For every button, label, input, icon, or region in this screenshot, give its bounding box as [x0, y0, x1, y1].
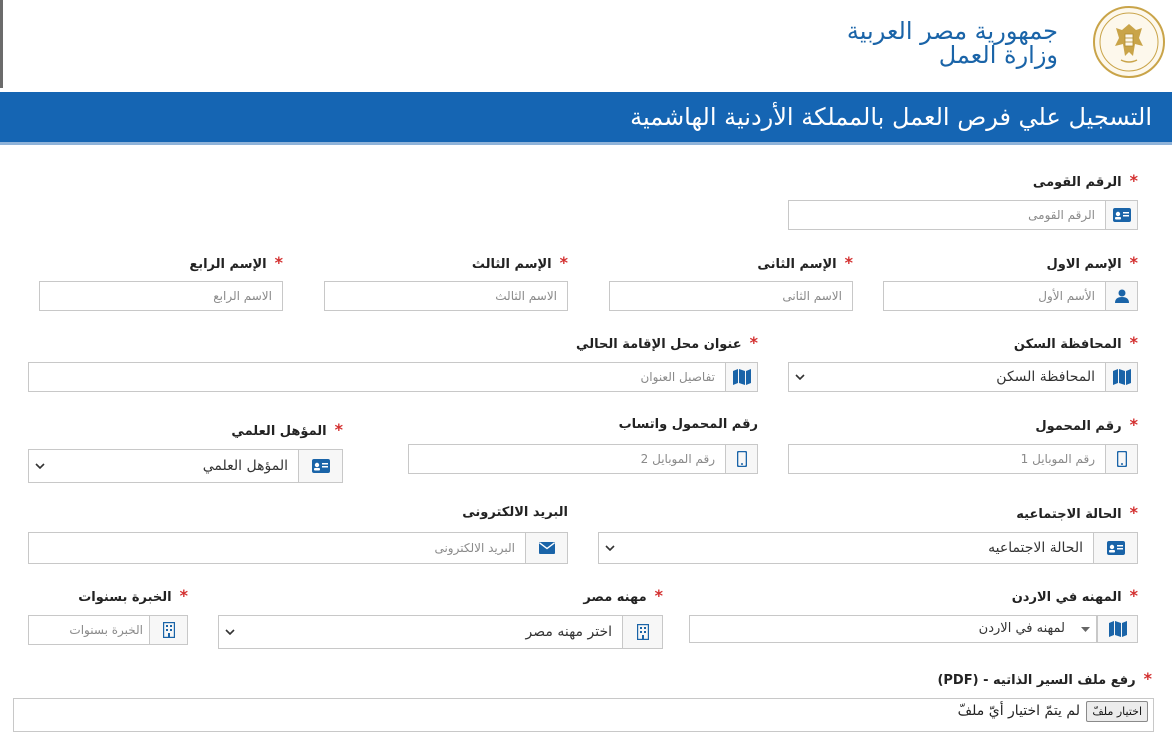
qualification-value: المؤهل العلمي [202, 458, 288, 474]
governorate-label: *المحافظة السكن [1013, 333, 1138, 353]
mobile-label: *رقم المحمول [1035, 415, 1138, 435]
address-input[interactable]: تفاصيل العنوان [29, 363, 725, 391]
email-field[interactable]: البريد الالكترونى [28, 532, 568, 564]
dropdown-arrow-icon [1075, 616, 1097, 642]
governorate-value: المحافظة السكن [996, 369, 1095, 385]
third-name-label: *الإسم الثالث [471, 253, 568, 273]
chevron-down-icon [789, 363, 811, 391]
first-name-input[interactable]: الأسم الأول [884, 282, 1105, 310]
third-name-field[interactable]: الاسم الثالث [324, 281, 568, 311]
file-status-text: لم يتمّ اختيار أيّ ملفّ [957, 703, 1080, 719]
id-card-icon [298, 450, 342, 482]
ministry-seal-logo [1092, 4, 1166, 80]
national-id-input[interactable]: الرقم القومى [789, 201, 1105, 229]
marital-status-select[interactable]: الحالة الاجتماعيه [598, 532, 1138, 564]
id-card-icon [1093, 533, 1137, 563]
map-icon [725, 363, 757, 391]
id-card-icon [1105, 201, 1137, 229]
mobile-field[interactable]: رقم الموبايل 1 [788, 444, 1138, 474]
egypt-job-value: اختر مهنه مصر [525, 624, 612, 640]
jordan-job-select[interactable]: لمهنه في الاردن [689, 615, 1138, 643]
whatsapp-label: رقم المحمول واتساب [618, 417, 758, 432]
map-icon [1097, 616, 1137, 642]
egypt-job-select[interactable]: اختر مهنه مصر [218, 615, 663, 649]
mobile-phone-icon [1105, 445, 1137, 473]
ministry-name: وزارة العمل [938, 41, 1058, 69]
fourth-name-label: *الإسم الرابع [189, 253, 283, 273]
cv-upload-label: *رفع ملف السير الذاتيه - (PDF) [937, 669, 1152, 689]
left-edge-bar [0, 0, 3, 88]
national-id-label: *الرقم القومى [1032, 171, 1138, 191]
choose-file-button[interactable]: اختيار ملفّ [1086, 701, 1148, 722]
envelope-icon [525, 533, 567, 563]
map-icon [1105, 363, 1137, 391]
email-label: البريد الالكترونى [462, 505, 568, 520]
mobile-phone-icon [725, 445, 757, 473]
fourth-name-field[interactable]: الاسم الرابع [39, 281, 283, 311]
whatsapp-input[interactable]: رقم الموبايل 2 [409, 445, 725, 473]
marital-status-label: *الحالة الاجتماعيه [1016, 503, 1138, 523]
second-name-field[interactable]: الاسم الثانى [609, 281, 853, 311]
jordan-job-value: لمهنه في الاردن [978, 621, 1065, 636]
first-name-field[interactable]: الأسم الأول [883, 281, 1138, 311]
address-field[interactable]: تفاصيل العنوان [28, 362, 758, 392]
national-id-field[interactable]: الرقم القومى [788, 200, 1138, 230]
fourth-name-input[interactable]: الاسم الرابع [40, 282, 282, 310]
building-icon [149, 616, 187, 644]
jordan-job-label: *المهنه في الاردن [1011, 586, 1138, 606]
marital-status-value: الحالة الاجتماعيه [988, 540, 1083, 556]
second-name-label: *الإسم الثانى [757, 253, 853, 273]
third-name-input[interactable]: الاسم الثالث [325, 282, 567, 310]
page-title: التسجيل علي فرص العمل بالمملكة الأردنية … [630, 103, 1152, 131]
qualification-select[interactable]: المؤهل العلمي [28, 449, 343, 483]
experience-label: *الخبرة بسنوات [78, 586, 188, 606]
whatsapp-field[interactable]: رقم الموبايل 2 [408, 444, 758, 474]
egypt-job-label: *مهنه مصر [583, 586, 663, 606]
address-label: *عنوان محل الإقامة الحالي [576, 333, 758, 353]
first-name-label: *الإسم الاول [1046, 253, 1138, 273]
qualification-label: *المؤهل العلمي [231, 420, 343, 440]
mobile-input[interactable]: رقم الموبايل 1 [789, 445, 1105, 473]
second-name-input[interactable]: الاسم الثانى [610, 282, 852, 310]
user-icon [1105, 282, 1137, 310]
email-input[interactable]: البريد الالكترونى [29, 533, 525, 563]
chevron-down-icon [29, 450, 51, 482]
experience-input[interactable]: الخبرة بسنوات [29, 616, 149, 644]
chevron-down-icon [599, 533, 621, 563]
experience-field[interactable]: الخبرة بسنوات [28, 615, 188, 645]
chevron-down-icon [219, 616, 241, 648]
building-icon [622, 616, 662, 648]
governorate-select[interactable]: المحافظة السكن [788, 362, 1138, 392]
